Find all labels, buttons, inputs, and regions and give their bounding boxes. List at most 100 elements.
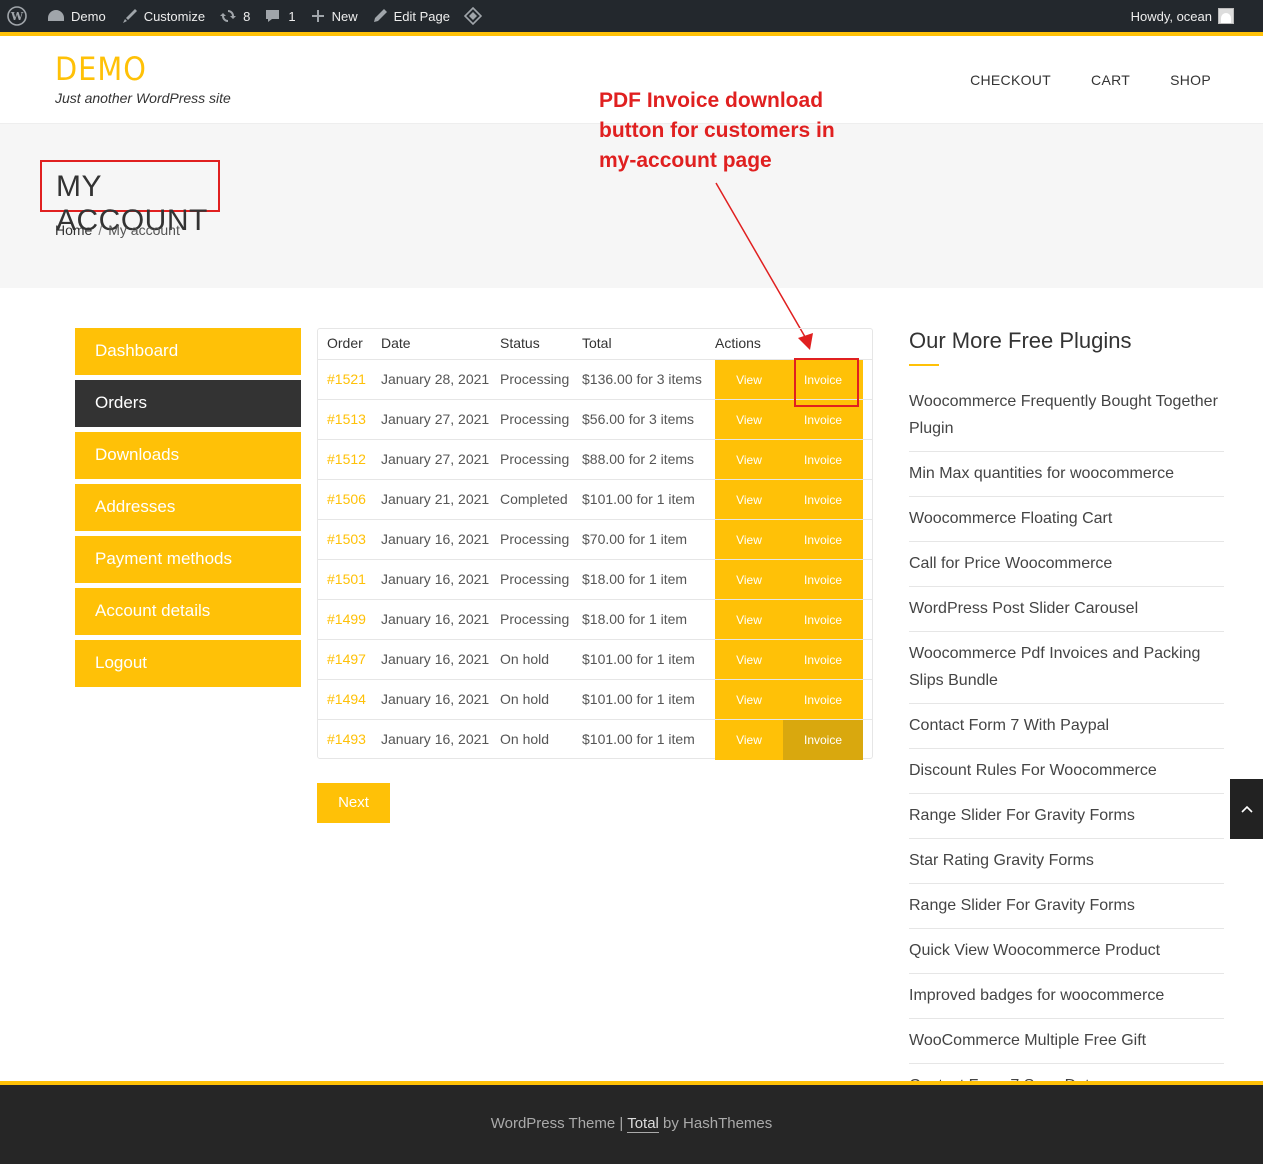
- account-nav-orders[interactable]: Orders: [75, 380, 301, 427]
- order-number-link[interactable]: #1506: [327, 480, 366, 518]
- edit-page-label: Edit Page: [393, 8, 450, 24]
- site-name-menu[interactable]: Demo: [40, 0, 113, 32]
- widget-list-item[interactable]: Woocommerce Frequently Bought Together P…: [909, 380, 1224, 452]
- order-status: Processing: [500, 571, 570, 587]
- my-account-menu[interactable]: Howdy, ocean: [1124, 0, 1241, 32]
- footer-theme-link[interactable]: Total: [627, 1115, 659, 1133]
- view-order-button[interactable]: View: [715, 600, 783, 640]
- order-total: $88.00 for 2 items: [582, 451, 695, 467]
- widget-list-item[interactable]: Woocommerce Floating Cart: [909, 497, 1224, 542]
- widget-list-item[interactable]: Quick View Woocommerce Product: [909, 929, 1224, 974]
- site-tagline: Just another WordPress site: [55, 90, 231, 106]
- comments-count: 1: [288, 8, 296, 24]
- plus-icon: [311, 10, 324, 22]
- next-page-button[interactable]: Next: [317, 783, 390, 823]
- invoice-download-button[interactable]: Invoice: [783, 520, 863, 560]
- widget-list-item[interactable]: Contact Form 7 With Paypal: [909, 704, 1224, 749]
- order-date: January 16, 2021: [381, 611, 490, 627]
- invoice-download-button[interactable]: Invoice: [783, 680, 863, 720]
- order-number-link[interactable]: #1493: [327, 720, 366, 758]
- view-order-button[interactable]: View: [715, 360, 783, 400]
- invoice-download-button[interactable]: Invoice: [783, 440, 863, 480]
- invoice-download-button[interactable]: Invoice: [783, 560, 863, 600]
- widget-list-item[interactable]: Range Slider For Gravity Forms: [909, 884, 1224, 929]
- view-order-button[interactable]: View: [715, 640, 783, 680]
- widget-list-item[interactable]: Improved badges for woocommerce: [909, 974, 1224, 1019]
- account-nav-addresses[interactable]: Addresses: [75, 484, 301, 531]
- invoice-button-highlight: [794, 358, 859, 407]
- view-order-button[interactable]: View: [715, 680, 783, 720]
- order-number-link[interactable]: #1503: [327, 520, 366, 558]
- order-number-link[interactable]: #1501: [327, 560, 366, 598]
- annotation-callout: PDF Invoice download button for customer…: [599, 89, 835, 172]
- account-nav-logout[interactable]: Logout: [75, 640, 301, 687]
- order-status: Processing: [500, 531, 570, 547]
- view-order-button[interactable]: View: [715, 400, 783, 440]
- view-order-button[interactable]: View: [715, 720, 783, 760]
- invoice-download-button[interactable]: Invoice: [783, 600, 863, 640]
- orders-table: Order Date Status Total Actions #1521 Jan…: [317, 328, 873, 760]
- comments-button[interactable]: 1: [257, 0, 302, 32]
- updates-button[interactable]: 8: [212, 0, 257, 32]
- view-order-button[interactable]: View: [715, 440, 783, 480]
- breadcrumb-home-link[interactable]: Home: [55, 222, 92, 238]
- order-number-link[interactable]: #1494: [327, 680, 366, 718]
- free-plugins-widget: Our More Free Plugins Woocommerce Freque…: [909, 328, 1224, 1154]
- widget-list-item[interactable]: Star Rating Gravity Forms: [909, 839, 1224, 884]
- wordpress-logo-button[interactable]: W: [0, 0, 40, 32]
- order-status: On hold: [500, 691, 550, 707]
- widget-list-item[interactable]: Min Max quantities for woocommerce: [909, 452, 1224, 497]
- scroll-to-top-button[interactable]: [1230, 779, 1263, 839]
- invoice-download-button[interactable]: Invoice: [783, 640, 863, 680]
- site-footer: WordPress Theme | Total by HashThemes: [0, 1085, 1263, 1164]
- order-number-link[interactable]: #1499: [327, 600, 366, 638]
- site-title[interactable]: DEMO: [55, 50, 147, 88]
- column-header-total: Total: [582, 335, 612, 351]
- widget-list-item[interactable]: WooCommerce Multiple Free Gift: [909, 1019, 1224, 1064]
- footer-suffix: by HashThemes: [658, 1115, 773, 1132]
- widget-list-item[interactable]: Call for Price Woocommerce: [909, 542, 1224, 587]
- table-row: #1497 January 16, 2021 On hold $101.00 for …: [318, 639, 872, 680]
- widget-list-item[interactable]: Discount Rules For Woocommerce: [909, 749, 1224, 794]
- order-total: $136.00 for 3 items: [582, 371, 702, 387]
- customize-label: Customize: [143, 8, 206, 24]
- account-nav-downloads[interactable]: Downloads: [75, 432, 301, 479]
- site-name-label: Demo: [71, 8, 106, 24]
- account-nav-account-details[interactable]: Account details: [75, 588, 301, 635]
- view-order-button[interactable]: View: [715, 560, 783, 600]
- widget-list-item[interactable]: Woocommerce Pdf Invoices and Packing Sli…: [909, 632, 1224, 704]
- widget-list-item[interactable]: WordPress Post Slider Carousel: [909, 587, 1224, 632]
- table-row: #1506 January 21, 2021 Completed $101.00 fo…: [318, 479, 872, 520]
- account-nav-dashboard[interactable]: Dashboard: [75, 328, 301, 375]
- view-order-button[interactable]: View: [715, 520, 783, 560]
- table-row: #1521 January 28, 2021 Processing $136.00 f…: [318, 359, 872, 400]
- widget-list-item[interactable]: Range Slider For Gravity Forms: [909, 794, 1224, 839]
- new-content-button[interactable]: New: [303, 0, 365, 32]
- account-nav-payment-methods[interactable]: Payment methods: [75, 536, 301, 583]
- order-number-link[interactable]: #1513: [327, 400, 366, 438]
- order-number-link[interactable]: #1497: [327, 640, 366, 678]
- order-total: $56.00 for 3 items: [582, 411, 695, 427]
- nav-item-checkout[interactable]: CHECKOUT: [970, 72, 1051, 88]
- plugin-menu-button[interactable]: [457, 0, 495, 32]
- order-status: Processing: [500, 451, 570, 467]
- order-date: January 16, 2021: [381, 571, 490, 587]
- breadcrumb: Home / My account: [55, 222, 180, 238]
- invoice-download-button[interactable]: Invoice: [783, 480, 863, 520]
- order-number-link[interactable]: #1512: [327, 440, 366, 478]
- pencil-icon: [373, 9, 387, 22]
- customize-button[interactable]: Customize: [113, 0, 212, 32]
- nav-item-shop[interactable]: SHOP: [1170, 72, 1211, 88]
- view-order-button[interactable]: View: [715, 480, 783, 520]
- order-date: January 16, 2021: [381, 531, 490, 547]
- diamond-icon: [463, 7, 482, 25]
- edit-page-button[interactable]: Edit Page: [365, 0, 457, 32]
- order-number-link[interactable]: #1521: [327, 360, 366, 398]
- nav-item-cart[interactable]: CART: [1091, 72, 1130, 88]
- table-row: #1501 January 16, 2021 Processing $18.00 fo…: [318, 559, 872, 600]
- page-title: MY ACCOUNT: [40, 160, 220, 237]
- wordpress-icon: W: [7, 6, 27, 26]
- breadcrumb-separator: /: [98, 222, 103, 238]
- widget-list: Woocommerce Frequently Bought Together P…: [909, 380, 1224, 1154]
- invoice-download-button[interactable]: Invoice: [783, 720, 863, 760]
